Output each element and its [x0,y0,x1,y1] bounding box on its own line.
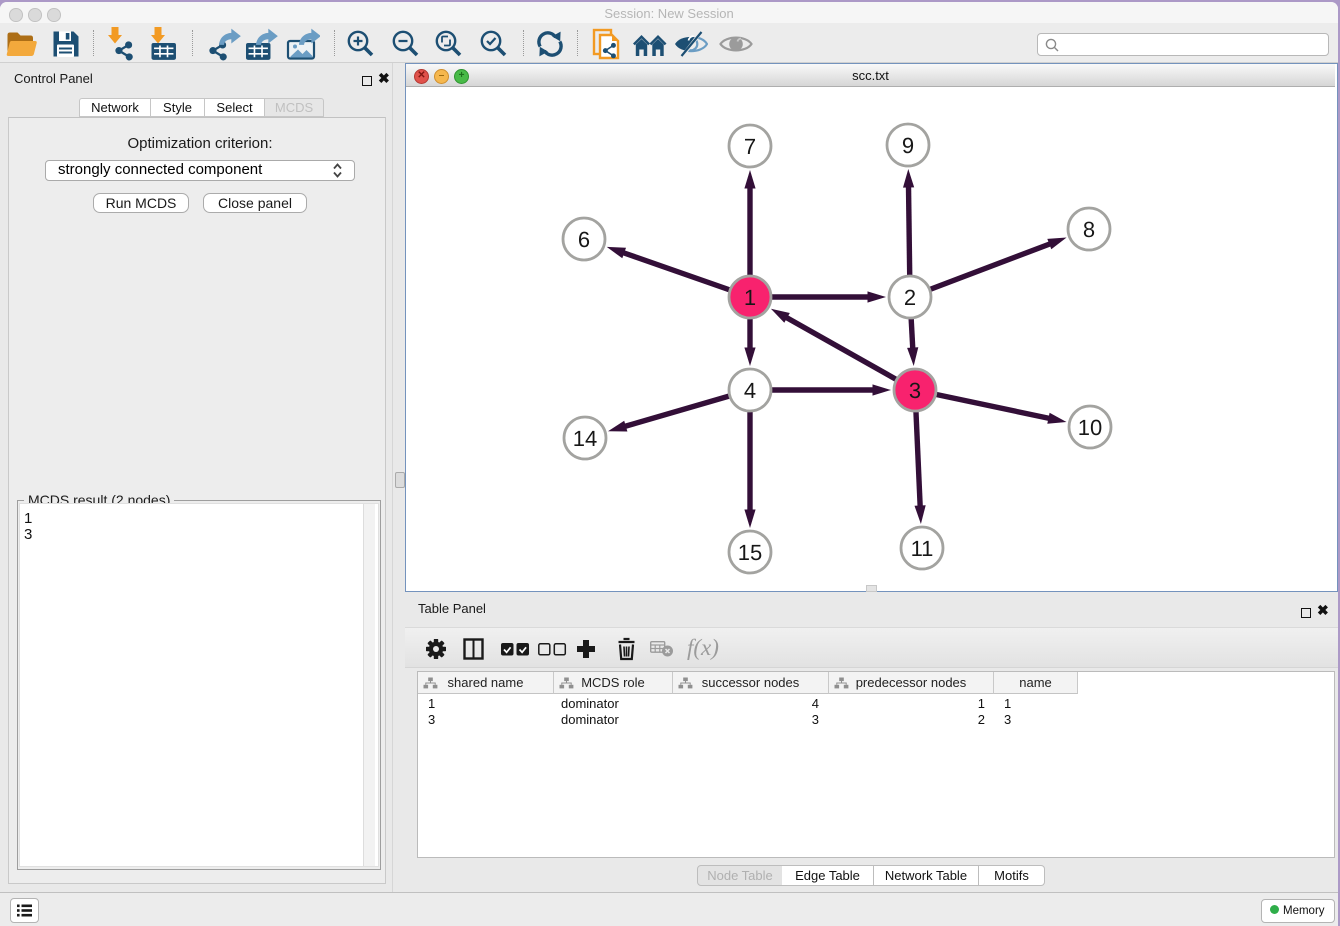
svg-text:7: 7 [744,134,756,159]
svg-text:4: 4 [744,378,756,403]
svg-text:8: 8 [1083,217,1095,242]
svg-text:14: 14 [573,426,597,451]
svg-text:9: 9 [902,133,914,158]
svg-text:2: 2 [904,285,916,310]
svg-text:1: 1 [744,285,756,310]
svg-text:6: 6 [578,227,590,252]
svg-text:3: 3 [909,378,921,403]
svg-text:15: 15 [738,540,762,565]
svg-text:11: 11 [911,536,934,561]
svg-text:10: 10 [1078,415,1102,440]
